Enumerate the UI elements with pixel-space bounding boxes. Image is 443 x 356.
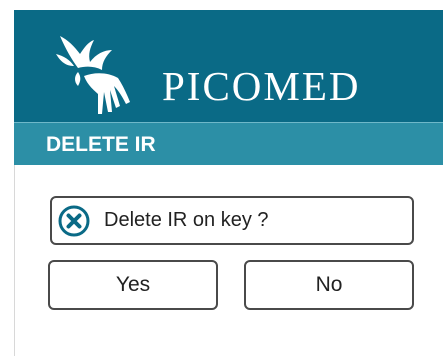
message-box: Delete IR on key ?: [50, 196, 414, 245]
hands-bird-logo-icon: [56, 36, 130, 114]
dialog-title: DELETE IR: [46, 133, 156, 156]
dialog-title-bar: DELETE IR: [14, 122, 443, 165]
x-circle-icon: [58, 205, 90, 237]
brand-name: PICOMED: [162, 63, 361, 109]
message-text: Delete IR on key ?: [104, 209, 269, 231]
app-header: PICOMED: [14, 10, 443, 122]
top-margin: [0, 0, 443, 10]
no-button[interactable]: No: [244, 260, 414, 310]
yes-button[interactable]: Yes: [48, 260, 218, 310]
